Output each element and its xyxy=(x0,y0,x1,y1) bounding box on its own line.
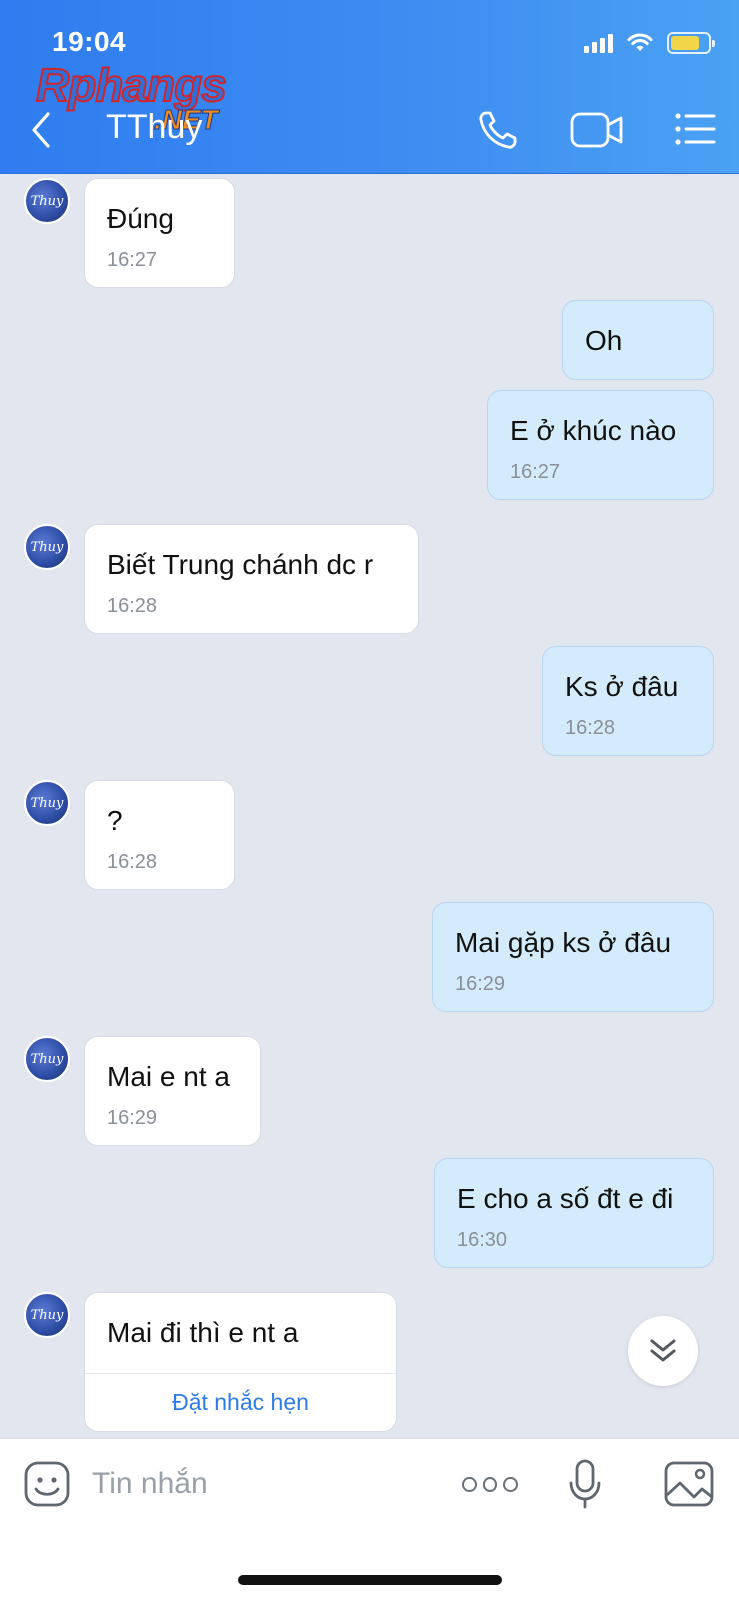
message-text: Mai đi thì e nt a xyxy=(107,1317,299,1348)
wifi-icon xyxy=(627,33,653,51)
message-text: E cho a số đt e đi xyxy=(457,1183,674,1214)
message-text: Mai e nt a xyxy=(107,1061,230,1092)
phone-icon[interactable] xyxy=(476,108,520,152)
message-text: E ở khúc nào xyxy=(510,415,677,446)
message-bubble-outgoing[interactable]: Oh xyxy=(562,300,714,380)
message-list[interactable]: Thuy Đúng 16:27 Oh E ở khúc nào 16:27 Th… xyxy=(0,174,739,1438)
avatar[interactable]: Thuy xyxy=(24,178,70,224)
double-chevron-down-icon xyxy=(650,1339,676,1362)
message-time: 16:29 xyxy=(107,1107,158,1129)
scroll-to-bottom-button[interactable] xyxy=(628,1316,698,1386)
image-icon[interactable] xyxy=(664,1461,714,1507)
status-icons xyxy=(584,32,715,54)
message-bubble-outgoing[interactable]: E cho a số đt e đi 16:30 xyxy=(434,1158,714,1268)
avatar[interactable]: Thuy xyxy=(24,524,70,570)
message-time: 16:28 xyxy=(107,595,158,617)
message-bubble-outgoing[interactable]: E ở khúc nào 16:27 xyxy=(487,390,714,500)
emoji-icon[interactable] xyxy=(24,1461,70,1507)
message-time: 16:29 xyxy=(455,973,506,995)
home-indicator xyxy=(238,1575,502,1585)
microphone-icon[interactable] xyxy=(568,1459,602,1509)
message-text: Ks ở đâu xyxy=(565,671,679,702)
message-text: Biết Trung chánh dc r xyxy=(107,549,374,580)
message-time: 16:27 xyxy=(107,249,158,271)
avatar[interactable]: Thuy xyxy=(24,780,70,826)
divider xyxy=(85,1373,396,1374)
avatar[interactable]: Thuy xyxy=(24,1292,70,1338)
status-time: 19:04 xyxy=(52,26,127,57)
message-bubble-incoming[interactable]: Đúng 16:27 xyxy=(84,178,235,288)
message-bubble-incoming[interactable]: Mai e nt a 16:29 xyxy=(84,1036,261,1146)
avatar[interactable]: Thuy xyxy=(24,1036,70,1082)
message-text: Đúng xyxy=(107,203,174,234)
set-reminder-link[interactable]: Đặt nhắc hẹn xyxy=(85,1389,396,1416)
message-time: 16:28 xyxy=(107,851,158,873)
message-time: 16:28 xyxy=(565,717,616,739)
message-bubble-outgoing[interactable]: Ks ở đâu 16:28 xyxy=(542,646,714,756)
list-menu-icon[interactable] xyxy=(674,110,716,148)
message-input-bar xyxy=(0,1438,739,1600)
back-button[interactable] xyxy=(26,108,56,152)
cellular-signal-icon xyxy=(584,33,613,53)
message-text: Mai gặp ks ở đâu xyxy=(455,927,672,958)
message-text: Oh xyxy=(585,325,623,356)
more-dots-icon[interactable] xyxy=(462,1469,519,1499)
message-bubble-outgoing[interactable]: Mai gặp ks ở đâu 16:29 xyxy=(432,902,714,1012)
video-camera-icon[interactable] xyxy=(570,110,624,150)
battery-icon xyxy=(667,32,715,54)
message-time: 16:30 xyxy=(457,1229,508,1251)
message-time: 16:27 xyxy=(510,461,561,483)
chat-title[interactable]: TThuy xyxy=(106,108,202,147)
message-bubble-incoming[interactable]: ? 16:28 xyxy=(84,780,235,890)
message-input[interactable] xyxy=(92,1459,422,1509)
message-bubble-incoming[interactable]: Mai đi thì e nt a Đặt nhắc hẹn xyxy=(84,1292,397,1432)
message-bubble-incoming[interactable]: Biết Trung chánh dc r 16:28 xyxy=(84,524,419,634)
chat-header: 19:04 Rphangs .NET TThuy xyxy=(0,0,739,174)
message-text: ? xyxy=(107,805,123,836)
